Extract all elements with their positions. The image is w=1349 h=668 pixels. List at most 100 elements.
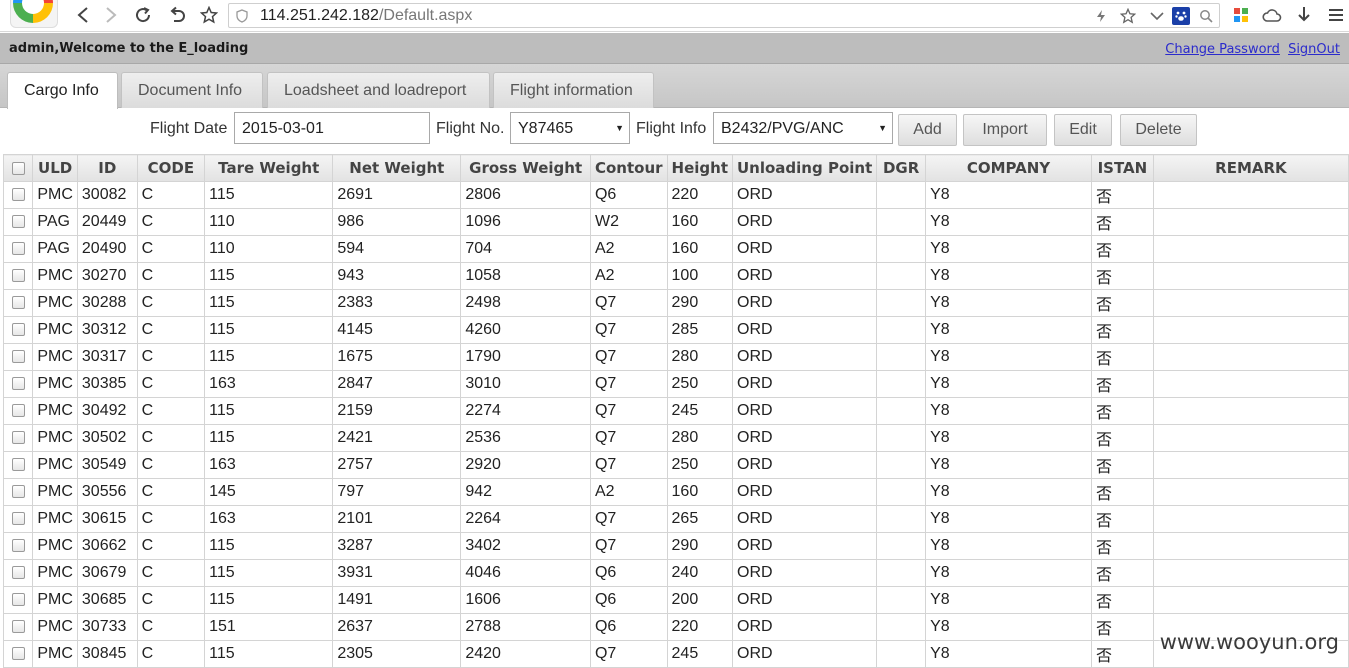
tab-document-info[interactable]: Document Info [121,72,263,108]
change-password-link[interactable]: Change Password [1165,42,1280,57]
col-header[interactable]: Tare Weight [204,154,334,182]
cloud-icon[interactable] [1260,4,1284,26]
table-header-row: ULD ID CODE Tare Weight Net Weight Gross… [2,154,1349,182]
row-checkbox[interactable] [11,404,25,418]
col-header[interactable]: ISTAN [1090,154,1154,182]
table-row[interactable]: PMC 30549 C 163 2757 2920 Q7 250 ORD Y8 否 [2,451,1349,479]
table-row[interactable]: PMC 30733 C 151 2637 2788 Q6 220 ORD Y8 否 [2,613,1349,641]
table-row[interactable]: PMC 30615 C 163 2101 2264 Q7 265 ORD Y8 否 [2,505,1349,533]
row-checkbox[interactable] [11,593,25,607]
flight-info-select[interactable]: B2432/PVG/ANC ▼ [713,112,893,144]
flight-date-input[interactable]: 2015-03-01 [234,112,430,144]
edit-button[interactable]: Edit [1054,114,1112,146]
sign-out-link[interactable]: SignOut [1288,42,1340,57]
address-bar[interactable]: 114.251.242.182/Default.aspx [228,3,1220,28]
table-cell [876,370,927,398]
table-cell: 否 [1090,289,1154,317]
row-checkbox[interactable] [11,350,25,364]
row-checkbox[interactable] [11,647,25,661]
row-checkbox[interactable] [11,431,25,445]
lightning-icon[interactable] [1091,7,1111,25]
row-checkbox[interactable] [11,620,25,634]
table-cell: PMC [32,397,78,425]
undo-icon[interactable] [164,3,190,27]
tab-cargo-info[interactable]: Cargo Info [7,72,118,109]
table-cell [1152,262,1349,290]
table-cell [876,235,927,263]
browser-logo-icon[interactable] [10,0,58,28]
table-cell: 942 [460,478,591,506]
table-cell: 115 [204,424,334,452]
select-all-checkbox[interactable] [11,162,25,175]
table-cell: 265 [666,505,734,533]
table-cell: 30685 [76,586,138,614]
row-checkbox[interactable] [11,215,25,229]
chevron-down-icon[interactable] [1147,7,1167,25]
flight-no-select[interactable]: Y87465 ▼ [510,112,630,144]
row-checkbox[interactable] [11,269,25,283]
row-checkbox[interactable] [11,566,25,580]
forward-icon[interactable] [98,3,124,27]
table-row[interactable]: PMC 30312 C 115 4145 4260 Q7 285 ORD Y8 否 [2,316,1349,344]
table-cell: 2274 [460,397,591,425]
col-header[interactable]: Unloading Point [731,154,878,182]
table-row[interactable]: PMC 30845 C 115 2305 2420 Q7 245 ORD Y8 否 [2,640,1349,668]
col-header[interactable]: Height [666,154,734,182]
table-cell [1152,586,1349,614]
col-header[interactable]: Gross Weight [460,154,591,182]
row-checkbox[interactable] [11,323,25,337]
back-icon[interactable] [70,3,96,27]
table-cell [1152,370,1349,398]
search-icon[interactable] [1196,7,1216,25]
col-header[interactable]: REMARK [1152,154,1349,182]
table-row[interactable]: PMC 30685 C 115 1491 1606 Q6 200 ORD Y8 否 [2,586,1349,614]
col-header[interactable]: COMPANY [925,154,1092,182]
table-cell: 594 [332,235,462,263]
table-row[interactable]: PMC 30556 C 145 797 942 A2 160 ORD Y8 否 [2,478,1349,506]
table-row[interactable]: PMC 30270 C 115 943 1058 A2 100 ORD Y8 否 [2,262,1349,290]
table-row[interactable]: PAG 20449 C 110 986 1096 W2 160 ORD Y8 否 [2,208,1349,236]
table-row[interactable]: PMC 30662 C 115 3287 3402 Q7 290 ORD Y8 否 [2,532,1349,560]
add-button[interactable]: Add [898,114,957,146]
row-checkbox[interactable] [11,539,25,553]
table-row[interactable]: PMC 30502 C 115 2421 2536 Q7 280 ORD Y8 否 [2,424,1349,452]
row-checkbox[interactable] [11,512,25,526]
col-header[interactable]: Contour [589,154,668,182]
row-checkbox[interactable] [11,458,25,472]
table-row[interactable]: PAG 20490 C 110 594 704 A2 160 ORD Y8 否 [2,235,1349,263]
col-header[interactable]: ULD [32,154,78,182]
col-header[interactable]: ID [76,154,138,182]
row-checkbox[interactable] [11,296,25,310]
table-row[interactable]: PMC 30385 C 163 2847 3010 Q7 250 ORD Y8 否 [2,370,1349,398]
row-checkbox[interactable] [11,377,25,391]
star-icon[interactable] [1118,7,1138,25]
import-button[interactable]: Import [963,114,1047,146]
col-header[interactable]: DGR [876,154,927,182]
menu-icon[interactable] [1324,4,1348,26]
row-select-cell [2,208,34,236]
row-select-cell [2,505,34,533]
paw-icon[interactable] [1172,7,1190,25]
col-header[interactable]: Net Weight [332,154,462,182]
table-row[interactable]: PMC 30317 C 115 1675 1790 Q7 280 ORD Y8 否 [2,343,1349,371]
tab-loadsheet[interactable]: Loadsheet and loadreport [267,72,490,108]
table-cell: 163 [204,451,334,479]
table-row[interactable]: PMC 30288 C 115 2383 2498 Q7 290 ORD Y8 否 [2,289,1349,317]
table-cell: 2757 [332,451,462,479]
table-row[interactable]: PMC 30082 C 115 2691 2806 Q6 220 ORD Y8 否 [2,181,1349,209]
table-row[interactable]: PMC 30492 C 115 2159 2274 Q7 245 ORD Y8 否 [2,397,1349,425]
table-row[interactable]: PMC 30679 C 115 3931 4046 Q6 240 ORD Y8 否 [2,559,1349,587]
download-icon[interactable] [1292,4,1316,26]
tab-flight-information[interactable]: Flight information [493,72,654,108]
bookmark-star-icon[interactable] [196,3,222,27]
col-header[interactable]: CODE [136,154,206,182]
row-checkbox[interactable] [11,188,25,202]
reload-icon[interactable] [130,3,156,27]
apps-icon[interactable] [1229,4,1253,26]
row-checkbox[interactable] [11,485,25,499]
table-cell: 3931 [332,559,462,587]
row-checkbox[interactable] [11,242,25,256]
address-url[interactable]: 114.251.242.182/Default.aspx [260,7,472,25]
table-cell: 2420 [460,640,591,668]
delete-button[interactable]: Delete [1120,114,1197,146]
